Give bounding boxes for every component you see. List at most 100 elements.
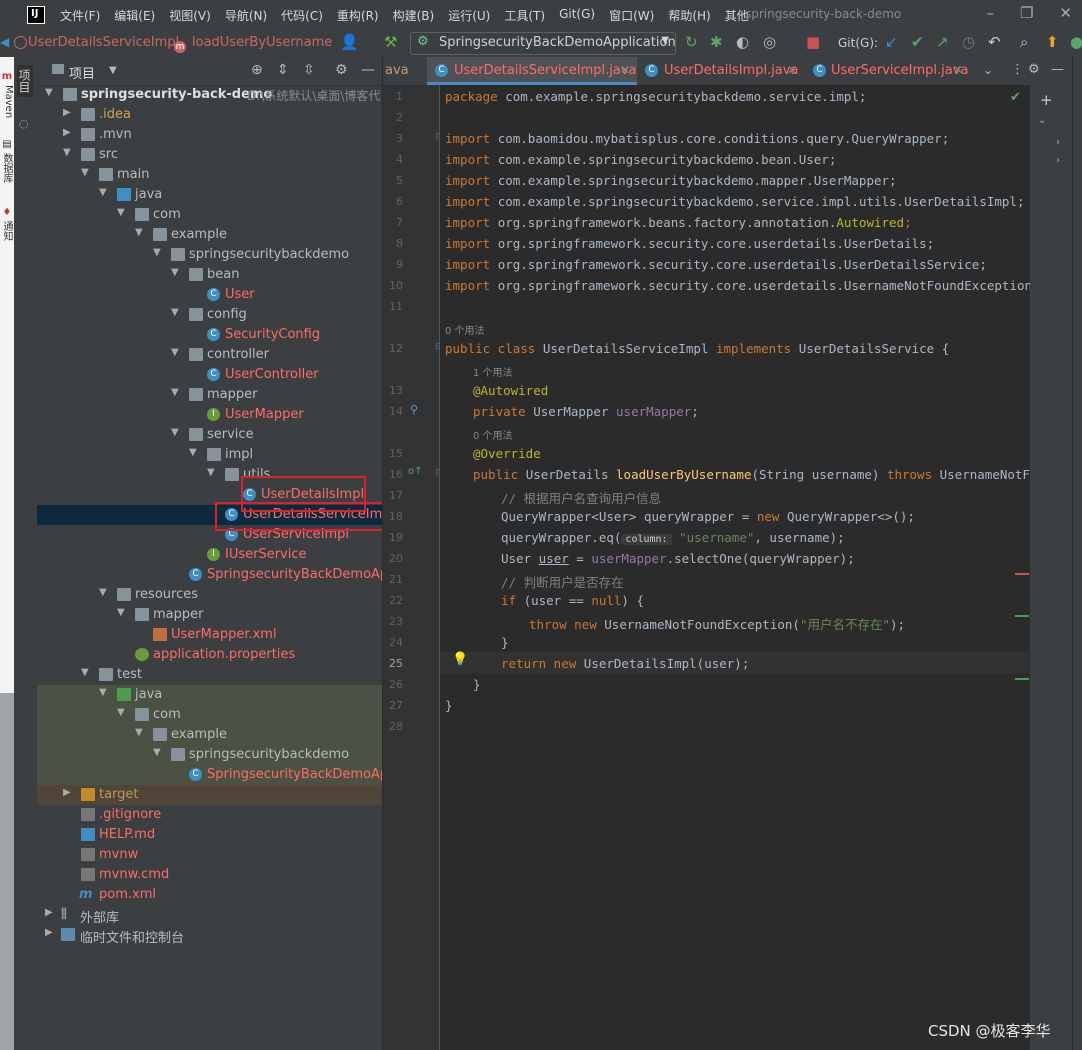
tree-item-impl[interactable]: ▼ impl <box>37 445 382 465</box>
gear-icon[interactable]: ⚙ <box>1028 62 1040 77</box>
tree-item-mvnw-cmd[interactable]: mvnw.cmd <box>37 865 382 885</box>
breadcrumb-class[interactable]: UserDetailsServiceImpl <box>28 35 179 50</box>
tree-item-controller[interactable]: ▼ controller <box>37 345 382 365</box>
stop-icon[interactable]: ■ <box>806 33 820 51</box>
hide-icon[interactable]: — <box>1051 62 1064 77</box>
more-icon[interactable]: ⋮ <box>1011 62 1024 77</box>
tree-item-application[interactable]: C SpringsecurityBackDemoAppli <box>37 565 382 585</box>
tab-list-chevron-icon[interactable]: ⌄ <box>983 63 993 77</box>
tab-user-details-service-impl[interactable]: C UserDetailsServiceImpl.java ✕ <box>427 57 637 85</box>
tree-item-test[interactable]: ▼ test <box>37 665 382 685</box>
notifications-label[interactable]: 通知 <box>0 221 14 241</box>
usage-hint[interactable]: 0 个用法 <box>473 427 513 442</box>
tab-user-service-impl[interactable]: C UserServiceImpl.java ✕ <box>803 57 969 85</box>
tree-item-target[interactable]: ▶ target <box>37 785 382 805</box>
tab-user-details-impl[interactable]: C UserDetailsImpl.java ✕ <box>637 57 803 85</box>
database-label[interactable]: 数据库 <box>0 153 14 183</box>
tree-item-config[interactable]: ▼ config <box>37 305 382 325</box>
tree-item-user[interactable]: C User <box>37 285 382 305</box>
hide-icon[interactable]: — <box>361 62 375 78</box>
rerun-icon[interactable]: ↻ <box>685 33 698 51</box>
debug-icon[interactable]: ✱ <box>710 33 723 51</box>
menu-view[interactable]: 视图(V) <box>169 7 211 24</box>
tree-item-user-mapper[interactable]: I UserMapper <box>37 405 382 425</box>
close-icon[interactable]: ✕ <box>953 63 963 77</box>
code-editor[interactable]: package com.example.springsecuritybackde… <box>440 85 1030 1050</box>
run-config-dropdown[interactable]: ⚙ SpringsecurityBackDemoApplication ▼ <box>410 32 676 55</box>
menu-build[interactable]: 构建(B) <box>393 7 435 24</box>
git-commit-icon[interactable]: ✔ <box>911 33 924 51</box>
collapse-all-icon[interactable]: ⇳ <box>303 62 315 78</box>
tree-item-mvnw[interactable]: mvnw <box>37 845 382 865</box>
tree-item-res-mapper[interactable]: ▼ mapper <box>37 605 382 625</box>
maven-label[interactable]: Maven <box>0 85 14 118</box>
breadcrumb-method[interactable]: loadUserByUsername <box>192 35 332 50</box>
tree-item-iuser-service[interactable]: I IUserService <box>37 545 382 565</box>
tree-item-gitignore[interactable]: .gitignore <box>37 805 382 825</box>
project-panel-title[interactable]: 项目 <box>69 63 95 82</box>
usage-hint[interactable]: 1 个用法 <box>473 364 513 379</box>
tree-item-user-mapper-xml[interactable]: UserMapper.xml <box>37 625 382 645</box>
menu-file[interactable]: 文件(F) <box>60 7 100 24</box>
restore-icon[interactable]: ❐ <box>1020 4 1033 22</box>
tree-item-pom[interactable]: m pom.xml <box>37 885 382 905</box>
usage-hint[interactable]: 0 个用法 <box>445 322 485 337</box>
locate-icon[interactable]: ⊕ <box>251 62 263 78</box>
tree-item-mapper[interactable]: ▼ mapper <box>37 385 382 405</box>
tree-item-bean[interactable]: ▼ bean <box>37 265 382 285</box>
profile-icon[interactable]: ◎ <box>763 33 776 51</box>
git-push-icon[interactable]: ↗ <box>936 33 949 51</box>
git-update-icon[interactable]: ↙ <box>885 33 898 51</box>
lightbulb-icon[interactable]: 💡 <box>452 652 468 667</box>
tree-item-com[interactable]: ▼ com <box>37 205 382 225</box>
minimize-icon[interactable]: – <box>986 4 994 22</box>
tree-item-external-libs[interactable]: ▶ ⫼ 外部库 <box>37 905 382 926</box>
close-icon[interactable]: ✕ <box>1059 4 1072 22</box>
error-stripe-mark[interactable] <box>1015 615 1029 617</box>
tree-item-test-com[interactable]: ▼ com <box>37 705 382 725</box>
rollback-icon[interactable]: ↶ <box>988 33 1001 51</box>
project-tool-button[interactable]: 项目 <box>17 65 33 97</box>
override-gutter-icon[interactable]: o↑ <box>408 466 423 477</box>
menu-help[interactable]: 帮助(H) <box>668 7 710 24</box>
tree-item-root[interactable]: ▼ springsecurity-back-demo D:\系统默认\桌面\博客… <box>37 85 382 105</box>
chevron-right-icon[interactable]: › <box>1056 155 1060 166</box>
menu-edit[interactable]: 编辑(E) <box>114 7 155 24</box>
tree-item-user-controller[interactable]: C UserController <box>37 365 382 385</box>
history-icon[interactable]: ◷ <box>962 33 975 51</box>
tree-item-app-properties[interactable]: application.properties <box>37 645 382 665</box>
menu-git[interactable]: Git(G) <box>559 7 595 24</box>
tree-item-src[interactable]: ▼ src <box>37 145 382 165</box>
plugin-icon[interactable]: ● <box>1070 33 1082 51</box>
tree-item-mvn[interactable]: ▶ .mvn <box>37 125 382 145</box>
error-stripe-mark[interactable] <box>1015 573 1029 575</box>
chevron-down-icon[interactable]: ▼ <box>109 65 117 76</box>
user-icon[interactable]: 👤 <box>340 33 359 51</box>
tree-item-idea[interactable]: ▶ .idea <box>37 105 382 125</box>
tree-item-main[interactable]: ▼ main <box>37 165 382 185</box>
inspection-ok-icon[interactable]: ✔ <box>1010 90 1021 105</box>
menu-code[interactable]: 代码(C) <box>281 7 323 24</box>
tree-item-security-config[interactable]: C SecurityConfig <box>37 325 382 345</box>
tree-item-test-package[interactable]: ▼ springsecuritybackdemo <box>37 745 382 765</box>
tree-item-test-example[interactable]: ▼ example <box>37 725 382 745</box>
menu-tools[interactable]: 工具(T) <box>504 7 545 24</box>
tree-item-resources[interactable]: ▼ resources <box>37 585 382 605</box>
menu-refactor[interactable]: 重构(R) <box>337 7 379 24</box>
menu-window[interactable]: 窗口(W) <box>609 7 654 24</box>
gear-icon[interactable]: ⚙ <box>335 62 348 78</box>
coverage-icon[interactable]: ◐ <box>736 33 749 51</box>
tree-item-java[interactable]: ▼ java <box>37 185 382 205</box>
tree-item-package[interactable]: ▼ springsecuritybackdemo <box>37 245 382 265</box>
menu-navigate[interactable]: 导航(N) <box>225 7 267 24</box>
error-stripe-mark[interactable] <box>1015 678 1029 680</box>
tree-item-test-java[interactable]: ▼ java <box>37 685 382 705</box>
back-arrow-icon[interactable]: ◀ <box>0 35 9 49</box>
expand-all-icon[interactable]: ⇕ <box>277 62 289 78</box>
tab-partial[interactable]: ava <box>383 57 409 85</box>
tree-item-example[interactable]: ▼ example <box>37 225 382 245</box>
tree-item-service[interactable]: ▼ service <box>37 425 382 445</box>
chevron-down-icon[interactable]: ⌄ <box>1038 115 1046 126</box>
menu-run[interactable]: 运行(U) <box>448 7 490 24</box>
tree-item-help[interactable]: HELP.md <box>37 825 382 845</box>
